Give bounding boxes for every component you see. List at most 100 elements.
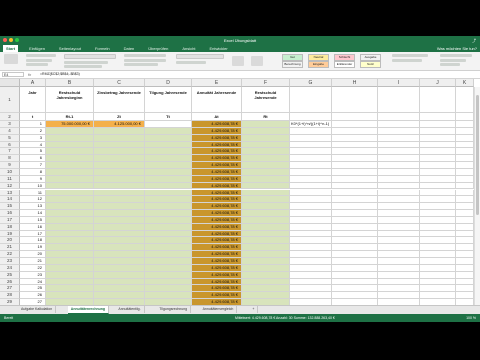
restschuld-end-cell[interactable] [242,155,290,163]
empty-cell[interactable] [332,251,378,258]
empty-cell[interactable] [378,148,420,156]
empty-cell[interactable] [378,237,420,245]
annuitaet-cell[interactable]: 4.429.608,78 € [192,155,242,163]
row-header-25[interactable]: 25 [0,271,20,279]
annuitaet-cell[interactable]: 4.429.608,78 € [192,121,242,128]
empty-cell[interactable] [420,175,456,183]
year-cell[interactable]: 1 [20,121,46,128]
header-F[interactable]: Restschuld Jahresende [242,87,290,113]
empty-cell[interactable] [290,196,332,204]
restschuld-end-cell[interactable] [242,127,290,135]
empty-cell[interactable] [332,244,378,252]
row-header-22[interactable]: 22 [0,251,20,258]
row-header-26[interactable]: 26 [0,278,20,286]
empty-cell[interactable] [290,148,332,156]
restschuld-end-cell[interactable] [242,251,290,258]
empty-cell[interactable] [290,182,332,190]
row-header-7[interactable]: 7 [0,148,20,156]
empty-cell[interactable] [290,155,332,163]
empty-cell[interactable] [332,210,378,217]
empty-cell[interactable] [420,134,456,142]
empty-cell[interactable] [332,175,378,183]
empty-cell[interactable] [456,162,474,169]
empty-cell[interactable] [290,175,332,183]
empty-cell[interactable] [290,251,332,258]
annuitaet-cell[interactable]: 4.429.608,78 € [192,134,242,142]
empty-cell[interactable] [332,189,378,197]
restschuld-end-cell[interactable] [242,230,290,238]
tilgung-cell[interactable] [145,244,192,252]
empty-cell[interactable] [456,230,474,238]
empty-cell[interactable] [290,189,332,197]
empty-cell[interactable] [420,237,456,245]
restschuld-end-cell[interactable] [242,271,290,279]
restschuld-start-cell[interactable] [46,271,94,279]
empty-cell[interactable] [332,271,378,279]
tilgung-cell[interactable] [145,285,192,293]
year-cell[interactable]: 23 [20,271,46,279]
cell-style-7[interactable]: Notiz [360,61,381,68]
empty-cell[interactable] [332,223,378,231]
empty-cell[interactable] [378,264,420,272]
empty-cell[interactable] [290,168,332,176]
row-header-15[interactable]: 15 [0,203,20,211]
restschuld-start-cell[interactable] [46,264,94,272]
row-header-2[interactable]: 2 [0,113,20,121]
annuitaet-cell[interactable]: 4.429.608,78 € [192,285,242,293]
annuitaet-cell[interactable]: 4.429.608,78 € [192,203,242,211]
sheet-tab-0[interactable]: Aufgabe Kalkulation [18,306,57,313]
empty-cell[interactable] [456,134,474,142]
annuitaet-cell[interactable]: 4.429.608,78 € [192,175,242,183]
zins-cell[interactable] [94,285,145,293]
restschuld-start-cell[interactable] [46,134,94,142]
empty-cell[interactable] [456,278,474,286]
cell-style-1[interactable]: Neutral [308,54,329,61]
tilgung-cell[interactable] [145,258,192,265]
empty-cell[interactable] [420,210,456,217]
tilgung-cell[interactable] [145,148,192,156]
tilgung-cell[interactable] [145,210,192,217]
header-D[interactable]: Tilgung Jahresende [145,87,192,113]
annuitaet-cell[interactable]: 4.429.608,78 € [192,162,242,169]
empty-cell[interactable] [456,251,474,258]
zins-cell[interactable] [94,292,145,300]
annuitaet-cell[interactable]: 4.429.608,78 € [192,251,242,258]
zins-cell[interactable] [94,168,145,176]
empty-cell[interactable] [378,230,420,238]
annuitaet-cell[interactable]: 4.429.608,78 € [192,210,242,217]
empty-cell[interactable] [420,127,456,135]
tilgung-cell[interactable] [145,271,192,279]
restschuld-end-cell[interactable] [242,292,290,300]
year-cell[interactable]: 5 [20,148,46,156]
restschuld-end-cell[interactable] [242,203,290,211]
formula-input[interactable]: =RMZ($C$2;$B$4;-$B$3) [40,71,80,78]
year-cell[interactable]: 8 [20,168,46,176]
restschuld-start-cell[interactable] [46,230,94,238]
empty-cell[interactable] [332,148,378,156]
empty-cell[interactable] [378,162,420,169]
annuitaet-cell[interactable]: 4.429.608,78 € [192,223,242,231]
tilgung-cell[interactable] [145,175,192,183]
restschuld-end-cell[interactable] [242,210,290,217]
annuitaet-cell[interactable]: 4.429.608,78 € [192,148,242,156]
row-header-27[interactable]: 27 [0,285,20,293]
empty-cell[interactable] [456,264,474,272]
empty-cell[interactable] [456,148,474,156]
restschuld-start-cell[interactable] [46,175,94,183]
empty-cell[interactable] [456,182,474,190]
empty-cell[interactable] [420,189,456,197]
empty-cell[interactable] [420,264,456,272]
restschuld-start-cell[interactable] [46,258,94,265]
empty-cell[interactable] [420,258,456,265]
restschuld-start-cell[interactable] [46,216,94,224]
empty-cell[interactable] [332,264,378,272]
restschuld-end-cell[interactable] [242,141,290,149]
ribbon-tab-6[interactable]: Ansicht [179,45,198,52]
empty-cell[interactable] [420,292,456,300]
restschuld-end-cell[interactable] [242,189,290,197]
empty-cell[interactable] [332,162,378,169]
restschuld-start-cell[interactable] [46,155,94,163]
empty-cell[interactable] [378,292,420,300]
year-cell[interactable]: 6 [20,155,46,163]
empty-cell[interactable] [456,141,474,149]
